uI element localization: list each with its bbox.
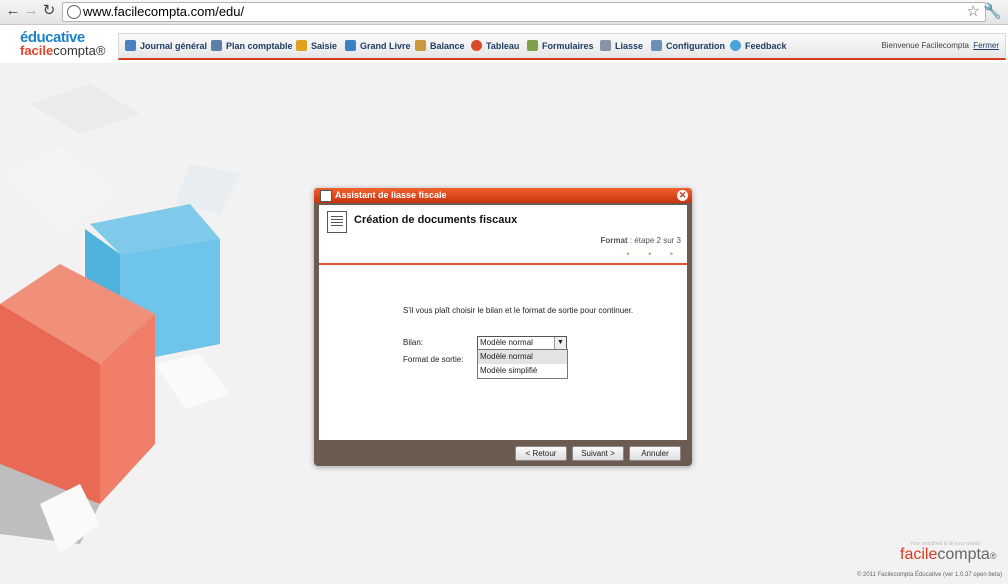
close-icon[interactable]: ✕ bbox=[677, 190, 688, 201]
welcome-text: Bienvenue Facilecompta bbox=[881, 41, 969, 50]
tools-icon bbox=[651, 40, 662, 51]
balance-icon bbox=[415, 40, 426, 51]
menu-formulaires[interactable]: Formulaires bbox=[527, 34, 594, 58]
back-icon[interactable]: ← bbox=[4, 2, 22, 20]
book-icon bbox=[345, 40, 356, 51]
menu-tableau[interactable]: Tableau bbox=[471, 34, 519, 58]
reload-icon[interactable]: ↻ bbox=[40, 2, 58, 20]
dialog-footer: < Retour Suivant > Annuler bbox=[314, 440, 692, 466]
step-indicator: Format : étape 2 sur 3 bbox=[600, 236, 682, 245]
menu-liasse[interactable]: Liasse bbox=[600, 34, 643, 58]
footer-brand: Your simplified & all your needs! facile… bbox=[900, 541, 997, 563]
forward-icon[interactable]: → bbox=[22, 2, 40, 20]
main-menu: Journal général Plan comptable Saisie Gr… bbox=[118, 33, 1006, 60]
bilan-select[interactable]: Modèle normal ▼ bbox=[477, 336, 567, 350]
instruction-text: S'il vous plaît choisir le bilan et le f… bbox=[403, 306, 634, 315]
bilan-label: Bilan: bbox=[403, 338, 424, 347]
wizard-header: Création de documents fiscaux bbox=[354, 214, 518, 226]
menu-balance[interactable]: Balance bbox=[415, 34, 465, 58]
progress-dots: • • • bbox=[626, 249, 681, 259]
bilan-selected-value: Modèle normal bbox=[480, 338, 533, 347]
bubble-icon bbox=[730, 40, 741, 51]
logo-line2: facilecompta® bbox=[20, 43, 106, 58]
browser-toolbar: ← → ↻ www.facilecompta.com/edu/ ☆ 🔧 bbox=[0, 0, 1008, 25]
header-divider bbox=[319, 263, 687, 265]
chevron-down-icon[interactable]: ▼ bbox=[554, 337, 566, 349]
plan-icon bbox=[211, 40, 222, 51]
format-label: Format de sortie: bbox=[403, 355, 464, 364]
pie-icon bbox=[471, 40, 482, 51]
cancel-button[interactable]: Annuler bbox=[629, 446, 681, 461]
bilan-dropdown-list: Modèle normal Modèle simplifié bbox=[477, 349, 568, 379]
menu-grand-livre[interactable]: Grand Livre bbox=[345, 34, 411, 58]
dialog-title: Assistant de liasse fiscale bbox=[335, 190, 447, 200]
menu-saisie[interactable]: Saisie bbox=[296, 34, 337, 58]
bilan-option-normal[interactable]: Modèle normal bbox=[478, 350, 567, 364]
liasse-icon bbox=[600, 40, 611, 51]
bookmark-star-icon[interactable]: ☆ bbox=[967, 2, 980, 20]
menu-journal-general[interactable]: Journal général bbox=[125, 34, 207, 58]
dialog-titlebar[interactable]: Assistant de liasse fiscale ✕ bbox=[314, 188, 692, 203]
logo[interactable]: éducative facilecompta® bbox=[20, 30, 106, 58]
menu-plan-comptable[interactable]: Plan comptable bbox=[211, 34, 293, 58]
copyright: © 2011 Facilecompta Éducative (ver 1.0.3… bbox=[856, 572, 1002, 578]
globe-icon bbox=[67, 5, 81, 19]
form-icon bbox=[527, 40, 538, 51]
liasse-wizard-dialog: Assistant de liasse fiscale ✕ Création d… bbox=[314, 188, 692, 466]
dialog-body: Création de documents fiscaux Format : é… bbox=[319, 205, 687, 440]
wrench-icon[interactable]: 🔧 bbox=[983, 2, 1002, 20]
menu-feedback[interactable]: Feedback bbox=[730, 34, 787, 58]
brand-tagline: Your simplified & all your needs! bbox=[910, 541, 981, 547]
documents-icon bbox=[320, 190, 332, 202]
decorative-cubes bbox=[0, 84, 240, 554]
menu-configuration[interactable]: Configuration bbox=[651, 34, 725, 58]
back-button[interactable]: < Retour bbox=[515, 446, 567, 461]
pencil-icon bbox=[296, 40, 307, 51]
bilan-option-simplifie[interactable]: Modèle simplifié bbox=[478, 364, 567, 378]
logout-link[interactable]: Fermer bbox=[973, 34, 999, 58]
app-header: éducative facilecompta® Journal général … bbox=[0, 25, 1008, 63]
documents-stack-icon bbox=[327, 211, 347, 233]
url-text: www.facilecompta.com/edu/ bbox=[83, 4, 245, 19]
address-bar[interactable]: www.facilecompta.com/edu/ bbox=[62, 2, 986, 22]
next-button[interactable]: Suivant > bbox=[572, 446, 624, 461]
journal-icon bbox=[125, 40, 136, 51]
